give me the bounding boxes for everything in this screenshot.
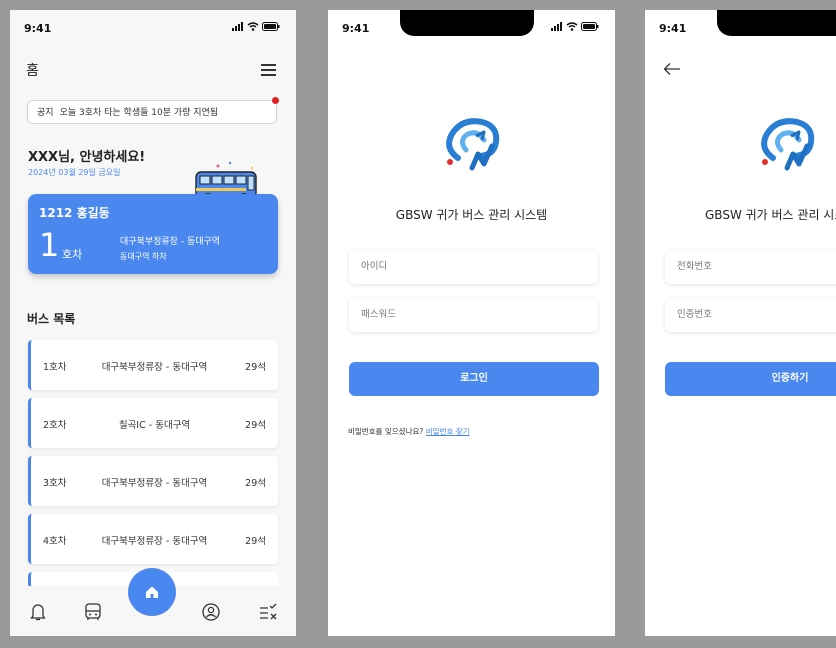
login-screen: 9:41 GBSW 귀가 버스 관리 시스템 아이디 패스워드 로그인 비밀번호… (328, 10, 615, 636)
notice-banner[interactable]: 공지 오늘 3호차 타는 학생들 10분 가량 지연됨 (27, 97, 279, 124)
verify-screen: 9:41 GBSW 귀가 버스 관리 시스템 전화번호 인증번호 인증하기 (645, 10, 836, 636)
wifi-icon (566, 22, 578, 31)
status-icons (551, 22, 599, 31)
bus-number: 1 (39, 226, 60, 264)
status-time: 9:41 (659, 22, 687, 35)
student-name: 1212 홍길동 (39, 206, 110, 220)
status-time: 9:41 (342, 22, 370, 35)
bus-row-seats: 29석 (245, 420, 266, 431)
verify-button[interactable]: 인증하기 (665, 362, 836, 396)
status-time: 9:41 (24, 22, 52, 35)
status-icons (232, 22, 280, 31)
menu-icon[interactable] (261, 64, 276, 79)
bus-row-seats: 29석 (245, 478, 266, 489)
bus-list-item[interactable]: 2호차 칠곡IC - 동대구역 29석 (28, 398, 278, 448)
app-header: 홈 (26, 60, 280, 82)
verification-code-input[interactable]: 인증번호 (665, 298, 836, 332)
notice-label: 공지 (37, 108, 54, 118)
greeting: XXX님, 안녕하세요! (28, 150, 146, 165)
bell-icon[interactable] (30, 602, 46, 622)
user-icon[interactable] (202, 602, 220, 622)
bus-row-route: 대구북부정류장 - 동대구역 (101, 362, 208, 373)
bus-row-route: 칠곡IC - 동대구역 (118, 420, 191, 431)
bus-icon[interactable] (84, 602, 102, 622)
today-date: 2024년 03월 29일 금요일 (28, 168, 121, 177)
bus-row-route: 대구북부정류장 - 동대구역 (101, 478, 208, 489)
status-bar: 9:41 (10, 10, 296, 48)
back-arrow-icon[interactable] (663, 62, 681, 76)
bus-row-seats: 29석 (245, 362, 266, 373)
notice-text: 오늘 3호차 타는 학생들 10분 가량 지연됨 (59, 108, 219, 118)
signal-icon (232, 22, 243, 31)
battery-icon (262, 22, 280, 31)
my-bus-card[interactable]: 1212 홍길동 1 호차 대구북부정류장 - 동대구역 동대구역 하차 (28, 194, 278, 274)
bus-list-item[interactable]: 3호차 대구북부정류장 - 동대구역 29석 (28, 456, 278, 506)
battery-icon (581, 22, 599, 31)
bus-list-item[interactable]: 4호차 대구북부정류장 - 동대구역 29석 (28, 514, 278, 564)
bus-row-route: 대구북부정류장 - 동대구역 (101, 536, 208, 547)
status-bar: 9:41 (328, 10, 615, 48)
unread-dot (272, 97, 279, 104)
home-screen: 9:41 홈 공지 오늘 3호차 타는 학생들 10분 가량 지연됨 XXX님, … (10, 10, 296, 636)
home-icon (146, 586, 158, 598)
find-password-link[interactable]: 비밀번호 찾기 (426, 427, 470, 436)
page-title: 홈 (26, 63, 39, 79)
forgot-password-row: 비밀번호를 잊으셨나요? 비밀번호 찾기 (348, 426, 470, 437)
login-button[interactable]: 로그인 (349, 362, 599, 396)
wifi-icon (247, 22, 259, 31)
gbsw-logo-icon (761, 118, 815, 171)
phone-number-input[interactable]: 전화번호 (665, 250, 836, 284)
id-input[interactable]: 아이디 (349, 250, 598, 284)
forgot-password-text: 비밀번호를 잊으셨나요? (348, 427, 424, 436)
list-check-icon[interactable] (258, 602, 278, 622)
app-title: GBSW 귀가 버스 관리 시스템 (395, 208, 548, 222)
bus-list-item[interactable]: 1호차 대구북부정류장 - 동대구역 29석 (28, 340, 278, 390)
password-input[interactable]: 패스워드 (349, 298, 598, 332)
status-bar: 9:41 (645, 10, 836, 48)
signal-icon (551, 22, 562, 31)
card-stop: 동대구역 하차 (120, 252, 167, 261)
card-route: 대구북부정류장 - 동대구역 (120, 237, 221, 247)
bus-row-seats: 29석 (245, 536, 266, 547)
gbsw-logo-icon (446, 118, 500, 171)
home-button[interactable] (128, 568, 176, 616)
bus-list-title: 버스 목록 (27, 312, 76, 326)
bus-unit: 호차 (62, 248, 83, 261)
app-title: GBSW 귀가 버스 관리 시스템 (705, 208, 836, 222)
